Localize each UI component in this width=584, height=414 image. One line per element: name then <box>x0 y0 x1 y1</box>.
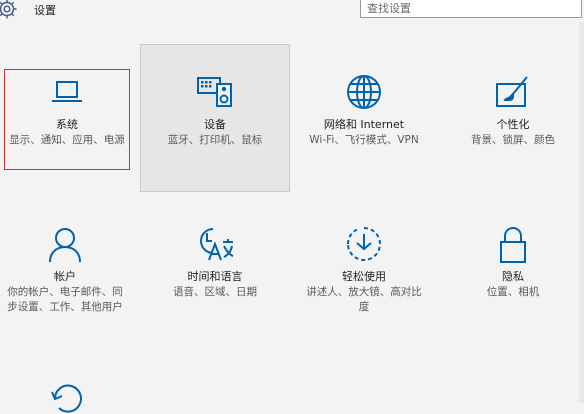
search-box[interactable] <box>360 0 582 18</box>
person-icon <box>49 228 81 263</box>
tile-personalization[interactable]: 个性化 背景、锁屏、颜色 <box>438 72 584 148</box>
scrollbar[interactable] <box>579 22 584 403</box>
tile-update-security[interactable] <box>0 374 142 414</box>
tile-network[interactable]: 网络和 Internet Wi-Fi、飞行模式、VPN <box>289 72 439 148</box>
globe-icon <box>347 75 381 109</box>
gear-icon <box>0 0 17 19</box>
tile-label: 轻松使用 <box>342 270 386 283</box>
tile-system[interactable]: 系统 显示、通知、应用、电源 <box>0 72 142 148</box>
tile-label: 隐私 <box>502 270 524 283</box>
lock-icon <box>500 227 526 263</box>
tile-description: 语音、区域、日期 <box>173 286 257 298</box>
paint-brush-icon <box>496 76 528 107</box>
tile-time-language[interactable]: 时间和语言 语音、区域、日期 <box>140 224 290 300</box>
tile-description: 你的帐户、电子邮件、同步设置、工作、其他用户 <box>7 286 123 313</box>
ease-of-access-icon <box>346 227 381 261</box>
tile-label: 帐户 <box>54 270 76 283</box>
laptop-icon <box>52 81 82 102</box>
tile-description: 位置、相机 <box>486 286 540 298</box>
title-bar: 设置 <box>0 0 584 22</box>
tile-privacy[interactable]: 隐私 位置、相机 <box>438 224 584 300</box>
tile-description: 蓝牙、打印机、鼠标 <box>167 134 263 146</box>
tile-label: 设备 <box>204 118 226 131</box>
tile-label: 系统 <box>56 118 78 131</box>
tile-label: 网络和 Internet <box>323 118 405 131</box>
tile-ease-of-access[interactable]: 轻松使用 讲述人、放大镜、高对比度 <box>289 224 439 315</box>
keyboard-speaker-icon <box>197 77 232 107</box>
search-input[interactable] <box>361 0 581 17</box>
time-language-icon <box>200 228 234 261</box>
tile-description: Wi-Fi、飞行模式、VPN <box>309 134 419 146</box>
tile-devices[interactable]: 设备 蓝牙、打印机、鼠标 <box>140 72 290 148</box>
tile-description: 背景、锁屏、颜色 <box>471 134 555 146</box>
tile-label: 个性化 <box>496 118 530 131</box>
tile-accounts[interactable]: 帐户 你的帐户、电子邮件、同步设置、工作、其他用户 <box>0 224 140 315</box>
app-title: 设置 <box>34 4 56 17</box>
tile-label: 时间和语言 <box>187 270 243 283</box>
update-icon <box>51 384 82 413</box>
tile-description: 显示、通知、应用、电源 <box>9 134 125 146</box>
tile-description: 讲述人、放大镜、高对比度 <box>306 286 422 313</box>
